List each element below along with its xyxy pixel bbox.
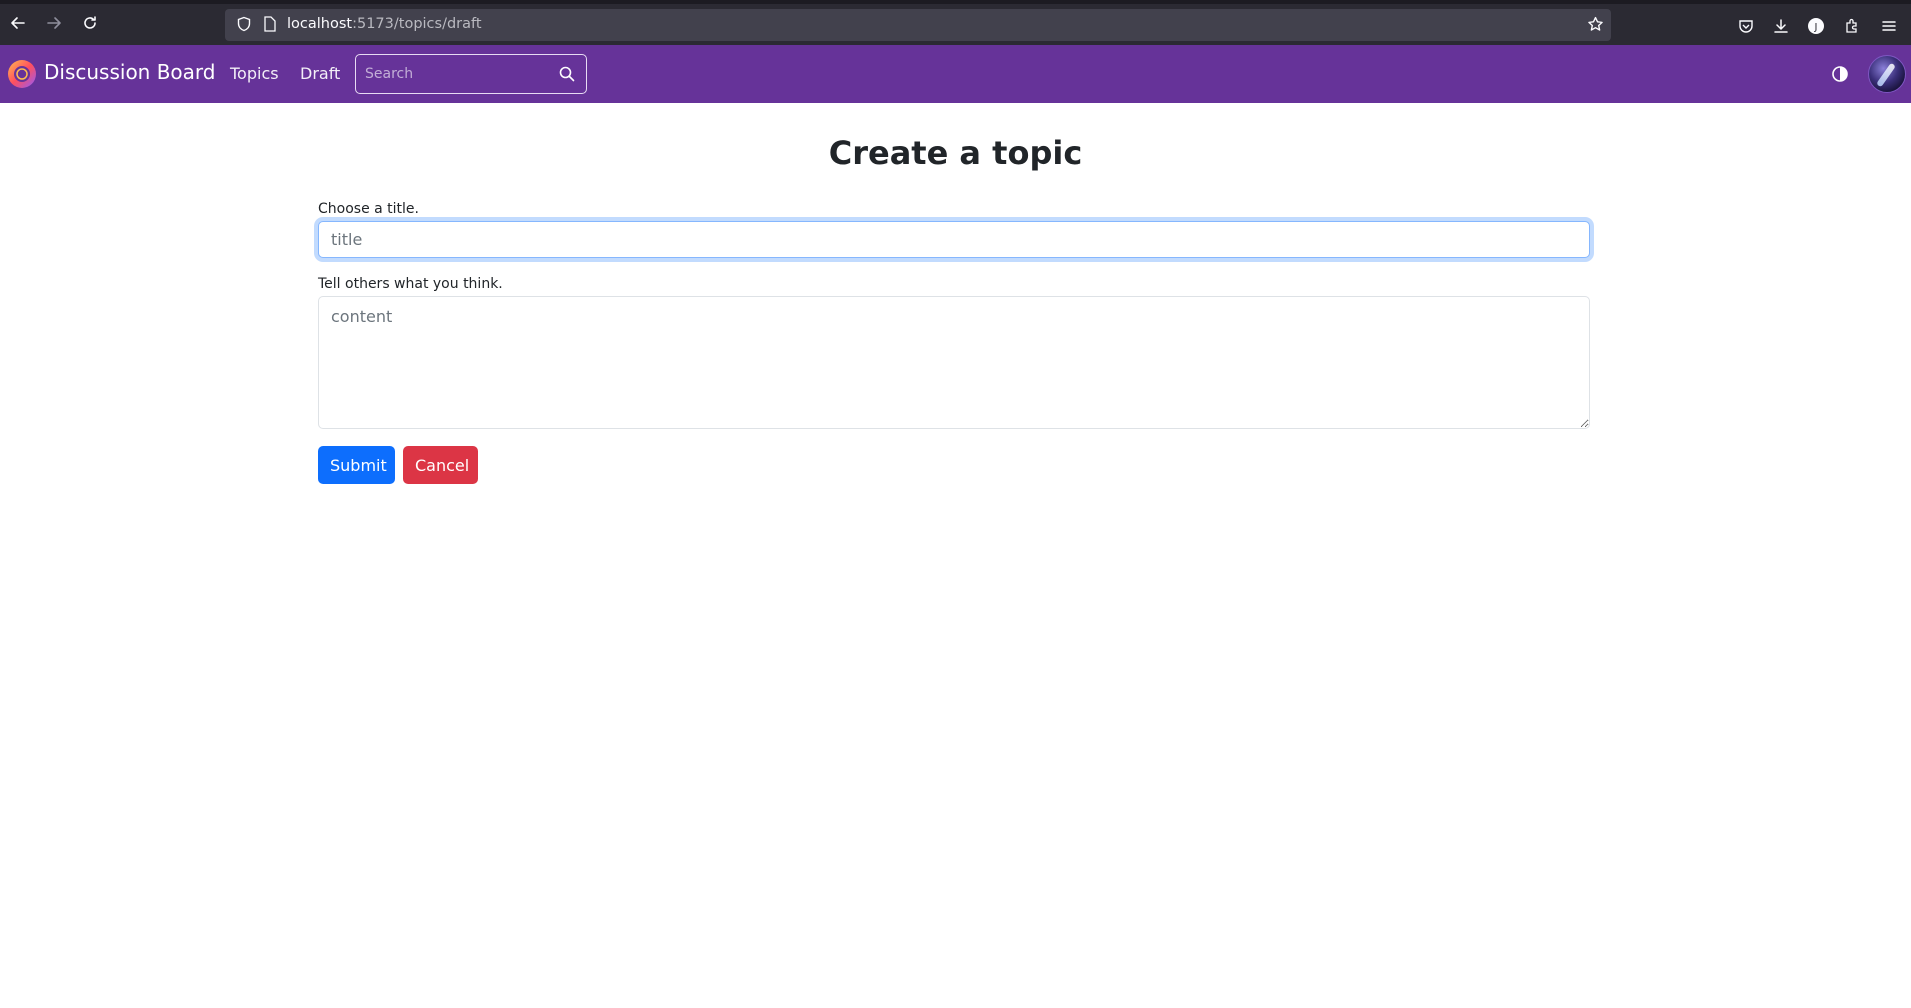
cancel-button[interactable]: Cancel [403, 446, 478, 484]
account-icon[interactable]: J [1806, 16, 1826, 36]
menu-icon[interactable] [1879, 16, 1899, 36]
pocket-icon[interactable] [1736, 16, 1756, 36]
page-title: Create a topic [828, 134, 1083, 172]
bookmark-star-icon[interactable] [1587, 16, 1604, 37]
nav-link-topics[interactable]: Topics [230, 64, 279, 83]
search-input[interactable] [356, 55, 546, 93]
url-host: localhost [287, 16, 353, 32]
downloads-icon[interactable] [1771, 16, 1791, 36]
theme-toggle-icon[interactable] [1830, 64, 1850, 84]
submit-button[interactable]: Submit [318, 446, 395, 484]
back-icon[interactable] [7, 12, 29, 34]
content-label: Tell others what you think. [318, 276, 503, 292]
brand-name[interactable]: Discussion Board [44, 60, 216, 84]
browser-toolbar: localhost:5173/topics/draft J [0, 0, 1911, 45]
forward-icon[interactable] [43, 12, 65, 34]
user-avatar[interactable] [1868, 55, 1906, 93]
search-icon[interactable] [558, 65, 576, 83]
title-input[interactable] [318, 221, 1590, 258]
content-textarea[interactable] [318, 296, 1590, 429]
app-navbar: Discussion Board Topics Draft [0, 45, 1911, 103]
search-form [355, 54, 587, 94]
address-bar[interactable]: localhost:5173/topics/draft [225, 9, 1611, 41]
shield-icon[interactable] [236, 16, 252, 36]
extensions-icon[interactable] [1842, 16, 1862, 36]
nav-link-draft[interactable]: Draft [300, 64, 340, 83]
avatar-image [1876, 62, 1896, 88]
url-text[interactable]: localhost:5173/topics/draft [287, 16, 482, 32]
url-path: :5173/topics/draft [352, 16, 482, 32]
title-label: Choose a title. [318, 201, 419, 217]
reload-icon[interactable] [79, 12, 101, 34]
svg-text:J: J [1814, 22, 1818, 33]
brand-logo-icon[interactable] [6, 58, 38, 90]
page-icon [263, 16, 277, 36]
